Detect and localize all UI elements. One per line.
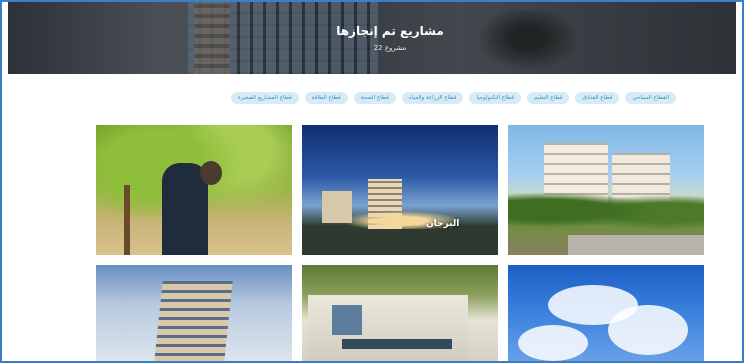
filter-energy[interactable]: قطاع الطاقة	[304, 92, 348, 104]
tower-shape	[153, 281, 233, 361]
hero-banner: مشاريع تم إنجازها 22 مشروع	[8, 2, 736, 74]
filter-technology[interactable]: قطاع التكنولوجيا	[469, 92, 521, 104]
building-sign	[342, 339, 452, 349]
project-count: 22 مشروع	[373, 44, 407, 52]
window-shape	[332, 305, 362, 335]
filter-tourism[interactable]: القطاع السياحي	[625, 92, 676, 104]
cloud-shape	[518, 325, 588, 361]
project-card[interactable]	[508, 125, 704, 255]
filter-health[interactable]: قطاع الصحة	[353, 92, 396, 104]
page-frame: مشاريع تم إنجازها 22 مشروع القطاع السياح…	[0, 0, 744, 363]
tree-trunk	[124, 185, 130, 255]
card-title: البرجان	[426, 219, 460, 229]
project-card[interactable]	[508, 265, 704, 361]
cloud-shape	[608, 305, 688, 355]
road	[568, 235, 704, 255]
project-card[interactable]	[302, 265, 498, 361]
sector-filter-bar: القطاع السياحي قطاع الفنادق قطاع التعليم…	[122, 92, 676, 106]
ground	[302, 229, 498, 255]
project-card[interactable]	[96, 125, 292, 255]
page-title: مشاريع تم إنجازها	[336, 24, 444, 38]
trees	[508, 185, 704, 235]
filter-education[interactable]: قطاع التعليم	[526, 92, 570, 104]
filter-agriculture-water[interactable]: قطاع الزراعة والمياه	[401, 92, 464, 104]
filter-hotels[interactable]: قطاع الفنادق	[575, 92, 620, 104]
worker-head	[200, 161, 222, 185]
project-card[interactable]: البرجان	[302, 125, 498, 255]
hero-overlay	[8, 2, 736, 74]
project-card[interactable]	[96, 265, 292, 361]
filter-small-projects[interactable]: قطاع المشاريع الصغيرة	[230, 92, 299, 104]
